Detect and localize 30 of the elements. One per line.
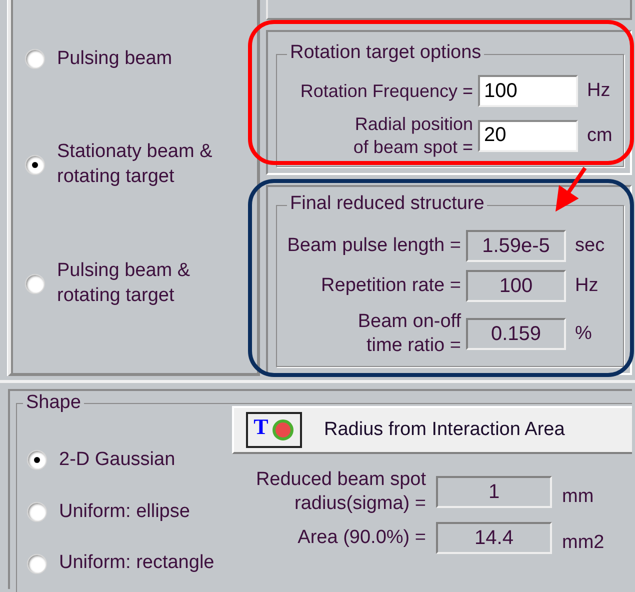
field-label: Reduced beam spot radius(sigma) = xyxy=(254,468,426,516)
radio-label[interactable]: Stationaty beam & rotating target xyxy=(57,140,212,190)
input-field[interactable]: 20 xyxy=(478,120,578,152)
radius-from-area-button[interactable]: T Radius from Interaction Area xyxy=(232,406,632,454)
field-label: Rotation Frequency = xyxy=(299,80,473,102)
unit-label: sec xyxy=(574,235,606,257)
radio-label[interactable]: 2-D Gaussian xyxy=(59,448,176,473)
unit-label: Hz xyxy=(574,275,600,297)
field-label: Area (90.0%) = xyxy=(296,526,426,550)
field-label: Beam on-off time ratio = xyxy=(356,310,461,358)
readout-field: 14.4 xyxy=(436,522,552,554)
radio-label[interactable]: Pulsing beam xyxy=(57,46,172,72)
radio-label[interactable]: Uniform: ellipse xyxy=(59,500,190,524)
unit-label: mm2 xyxy=(562,530,606,554)
group-title: Rotation target options xyxy=(287,42,484,64)
readout-field: 1 xyxy=(436,476,552,508)
unit-label: Hz xyxy=(586,80,612,102)
field-label: Repetition rate = xyxy=(320,274,461,298)
unit-label: % xyxy=(574,322,593,345)
radio-label[interactable]: Pulsing beam & rotating target xyxy=(57,259,190,308)
radio-label[interactable]: Uniform: rectangle xyxy=(59,551,214,576)
unit-label: cm xyxy=(586,124,614,146)
readout-field: 0.159 xyxy=(466,318,566,350)
readout-field: 1.59e-5 xyxy=(466,230,566,262)
readout-field: 100 xyxy=(466,270,566,302)
input-field[interactable]: 100 xyxy=(478,75,578,107)
field-label: Beam pulse length = xyxy=(286,234,461,258)
field-label: Radial position of beam spot = xyxy=(352,113,473,158)
unit-label: mm xyxy=(562,484,595,508)
group-title: Shape xyxy=(23,392,84,414)
